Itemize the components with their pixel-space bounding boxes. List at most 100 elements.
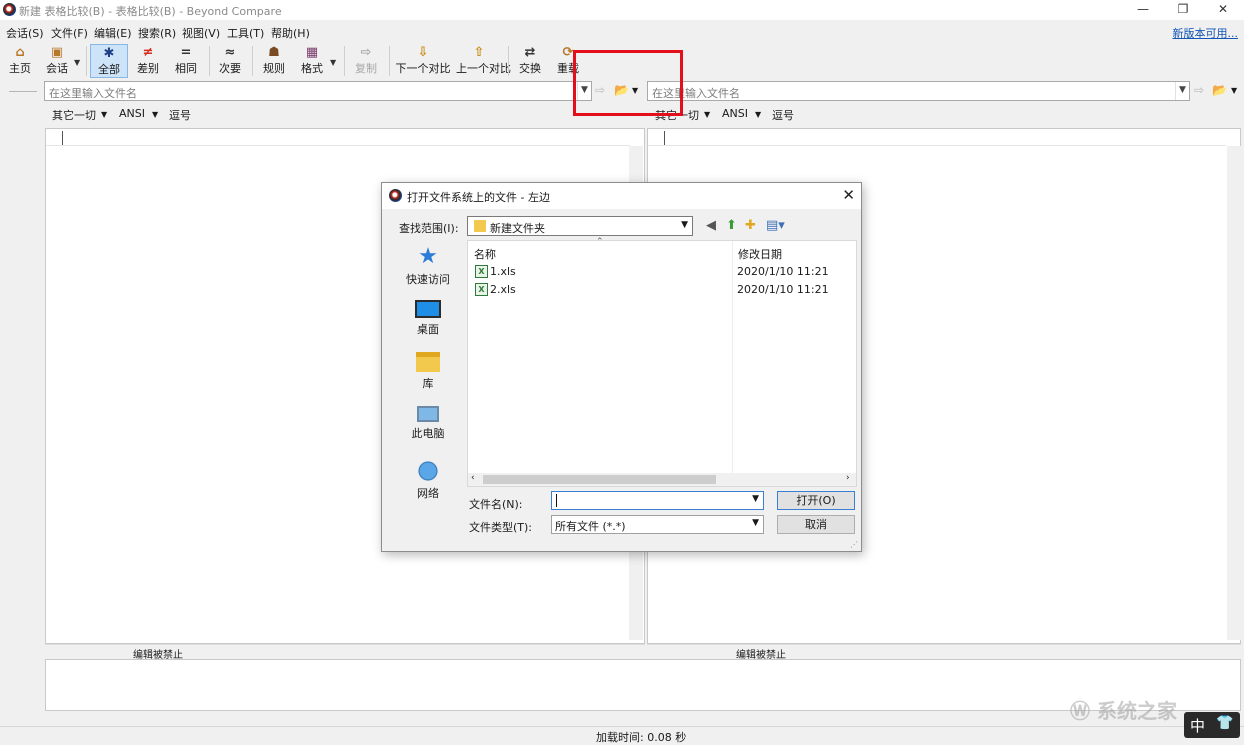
home-button[interactable]: ⌂ 主页 (4, 44, 36, 78)
bottom-horizontal-scrollbar[interactable] (45, 711, 1241, 725)
next-diff-button[interactable]: ⇩ 下一个对比 (395, 44, 451, 78)
right-encoding-dropdown-icon[interactable]: ▼ (755, 110, 761, 119)
copy-button[interactable]: ⇨ 复制 (350, 44, 382, 78)
up-folder-icon[interactable]: ⬆ (726, 218, 737, 233)
filename-input[interactable]: ▼ (551, 491, 764, 510)
right-format-dropdown-icon[interactable]: ▼ (704, 110, 710, 119)
right-recent-icon[interactable]: ⇨ (1194, 83, 1204, 97)
left-format-select[interactable]: 其它一切 (52, 107, 96, 123)
left-status-bar: 编辑被禁止 (45, 644, 645, 661)
new-folder-icon[interactable]: ✚ (745, 218, 756, 233)
swap-icon: ⇄ (524, 45, 536, 60)
minimize-button[interactable]: — (1126, 0, 1160, 20)
right-browse-folder-icon[interactable]: 📂 (1212, 83, 1227, 97)
show-same-button[interactable]: = 相同 (170, 44, 202, 78)
down-arrow-icon: ⇩ (417, 45, 429, 60)
filetype-label: 文件类型(T): (469, 521, 533, 534)
place-network[interactable]: 网络 (392, 460, 464, 501)
place-this-pc[interactable]: 此电脑 (392, 406, 464, 441)
up-arrow-icon: ⇧ (473, 45, 485, 60)
filename-label: 文件名(N): (469, 498, 523, 511)
sort-ascending-icon: ⌃ (596, 237, 604, 247)
rules-button[interactable]: ☗ 规则 (258, 44, 290, 78)
column-name[interactable]: 名称 (474, 246, 496, 262)
left-format-dropdown-icon[interactable]: ▼ (101, 110, 107, 119)
watermark: Ⓦ 系统之家 (1070, 699, 1177, 723)
ime-indicator[interactable]: 中 👕 (1184, 712, 1240, 738)
format-dropdown-icon[interactable]: ▼ (330, 58, 336, 67)
right-delimiter-select[interactable]: 逗号 (772, 107, 794, 123)
toolbar-separator (508, 46, 509, 76)
prev-diff-button[interactable]: ⇧ 上一个对比 (456, 44, 511, 78)
session-button[interactable]: ▣ 会话 (40, 44, 74, 78)
look-in-select[interactable]: 新建文件夹 ▼ (467, 216, 693, 236)
title-bar: 新建 表格比较(B) - 表格比较(B) - Beyond Compare — … (0, 0, 1244, 20)
left-encoding-select[interactable]: ANSI (119, 107, 145, 120)
desktop-icon (415, 300, 441, 318)
left-path-input[interactable]: 在这里输入文件名 ▼ (44, 81, 592, 101)
toolbar-separator (86, 46, 87, 76)
approx-icon: ≈ (224, 45, 236, 60)
menu-edit[interactable]: 编辑(E) (94, 25, 132, 41)
menu-bar: 会话(S) 文件(F) 编辑(E) 搜索(R) 视图(V) 工具(T) 帮助(H… (0, 22, 1244, 41)
back-icon[interactable]: ◀ (706, 218, 716, 233)
menu-help[interactable]: 帮助(H) (271, 25, 310, 41)
open-button[interactable]: 打开(O) (777, 491, 855, 510)
resize-grip-icon[interactable]: ⋰ (850, 540, 858, 549)
file-row[interactable]: X 2.xls 2020/1/10 11:21 (475, 282, 845, 300)
copy-arrow-icon: ⇨ (360, 45, 372, 60)
detail-pane[interactable] (45, 659, 1241, 711)
session-dropdown-icon[interactable]: ▼ (74, 58, 80, 67)
right-path-dropdown-icon[interactable]: ▼ (1175, 82, 1189, 100)
swap-button[interactable]: ⇄ 交换 (514, 44, 546, 78)
scroll-thumb[interactable] (483, 475, 716, 484)
menu-tools[interactable]: 工具(T) (227, 25, 264, 41)
file-list[interactable]: ⌃ 名称 修改日期 X 1.xls 2020/1/10 11:21 X 2.xl… (467, 237, 857, 487)
left-delimiter-select[interactable]: 逗号 (169, 107, 191, 123)
filetype-select[interactable]: 所有文件 (*.*) ▼ (551, 515, 764, 534)
column-modified[interactable]: 修改日期 (738, 246, 782, 262)
chevron-down-icon[interactable]: ▼ (752, 494, 759, 504)
look-in-label: 查找范围(I): (399, 222, 459, 235)
toolbar-separator (389, 46, 390, 76)
format-button[interactable]: ▦ 格式 (296, 44, 328, 78)
right-encoding-select[interactable]: ANSI (722, 107, 748, 120)
menu-search[interactable]: 搜索(R) (138, 25, 176, 41)
status-bar: 加载时间: 0.08 秒 (0, 726, 1244, 744)
view-menu-icon[interactable]: ▤▾ (766, 218, 785, 233)
new-version-link[interactable]: 新版本可用... (1173, 25, 1239, 41)
show-diffs-button[interactable]: ≠ 差别 (132, 44, 164, 78)
excel-file-icon: X (475, 265, 488, 278)
left-encoding-dropdown-icon[interactable]: ▼ (152, 110, 158, 119)
place-library[interactable]: 库 (392, 352, 464, 391)
cancel-button[interactable]: 取消 (777, 515, 855, 534)
dialog-close-button[interactable]: ✕ (842, 186, 855, 204)
menu-session[interactable]: 会话(S) (6, 25, 44, 41)
scroll-right-icon[interactable]: › (846, 473, 850, 483)
right-browse-dropdown-icon[interactable]: ▼ (1231, 86, 1237, 95)
minor-button[interactable]: ≈ 次要 (214, 44, 246, 78)
folder-icon (474, 220, 486, 232)
menu-view[interactable]: 视图(V) (182, 25, 220, 41)
rules-icon: ☗ (268, 45, 280, 60)
file-list-horizontal-scrollbar[interactable]: ‹ › (468, 473, 856, 486)
dialog-title-bar: 打开文件系统上的文件 - 左边 ✕ (382, 183, 861, 209)
show-all-button[interactable]: ✱ 全部 (90, 44, 128, 78)
restore-button[interactable]: ❐ (1166, 0, 1200, 20)
scroll-left-icon[interactable]: ‹ (471, 473, 475, 483)
left-path-divider (9, 91, 37, 92)
right-path-input[interactable]: 在这里输入文件名 ▼ (647, 81, 1190, 101)
menu-file[interactable]: 文件(F) (51, 25, 88, 41)
open-file-dialog: 打开文件系统上的文件 - 左边 ✕ 查找范围(I): 新建文件夹 ▼ ◀ ⬆ ✚… (381, 182, 862, 552)
ime-mode-text: 中 (1190, 717, 1206, 735)
chevron-down-icon[interactable]: ▼ (752, 518, 759, 528)
close-window-button[interactable]: ✕ (1206, 0, 1240, 20)
dialog-title: 打开文件系统上的文件 - 左边 (407, 191, 550, 204)
toolbar-separator (344, 46, 345, 76)
place-quick-access[interactable]: ★ 快速访问 (392, 246, 464, 287)
beyond-compare-logo-icon (3, 3, 16, 16)
right-cursor (664, 131, 665, 145)
place-desktop[interactable]: 桌面 (392, 300, 464, 337)
right-vertical-scrollbar[interactable] (1227, 146, 1241, 640)
file-row[interactable]: X 1.xls 2020/1/10 11:21 (475, 264, 845, 282)
